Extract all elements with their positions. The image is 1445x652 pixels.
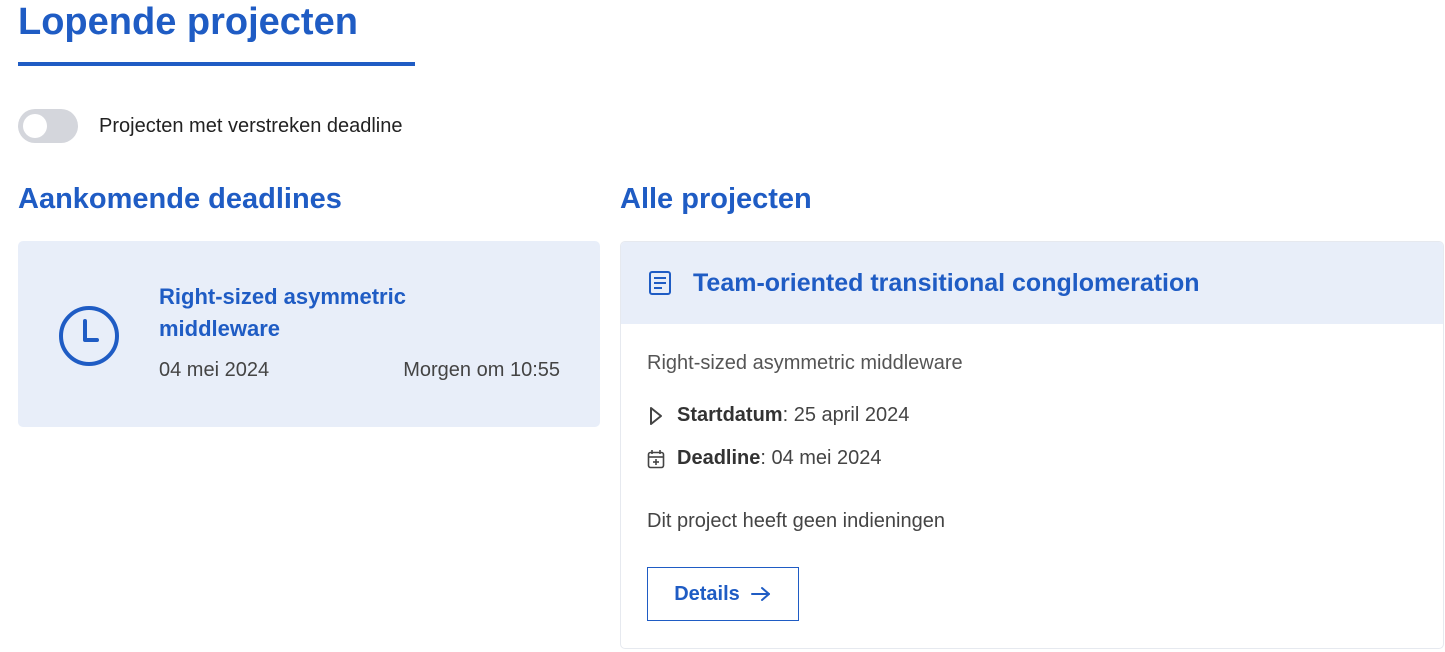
clock-icon (59, 306, 119, 366)
document-icon (649, 271, 671, 295)
start-date-label: Startdatum (677, 404, 783, 426)
deadline-relative-time: Morgen om 10:55 (403, 359, 560, 381)
start-date-row: Startdatum : 25 april 2024 (647, 404, 909, 427)
expired-deadline-toggle-row: Projecten met verstreken deadline (18, 108, 403, 144)
project-card: Team-oriented transitional conglomeratio… (620, 241, 1444, 649)
title-underline (18, 62, 415, 66)
submissions-status: Dit project heeft geen indieningen (647, 510, 945, 532)
project-card-header: Team-oriented transitional conglomeratio… (621, 242, 1443, 324)
start-date-value: : 25 april 2024 (782, 404, 910, 426)
play-icon (650, 406, 662, 425)
deadline-project-name[interactable]: Right-sized asymmetric middleware (159, 281, 489, 345)
project-title[interactable]: Team-oriented transitional conglomeratio… (693, 269, 1200, 298)
deadline-card[interactable]: Right-sized asymmetric middleware 04 mei… (18, 241, 600, 427)
toggle-label: Projecten met verstreken deadline (99, 114, 403, 137)
expired-deadline-toggle[interactable] (18, 109, 78, 143)
page-title: Lopende projecten (18, 1, 358, 43)
deadline-row: Deadline : 04 mei 2024 (647, 447, 882, 470)
calendar-icon (647, 449, 665, 468)
deadline-date: 04 mei 2024 (159, 359, 270, 381)
upcoming-deadlines-title: Aankomende deadlines (18, 183, 342, 215)
deadline-label: Deadline (677, 447, 761, 469)
details-button-label: Details (674, 582, 740, 605)
details-button[interactable]: Details (647, 567, 799, 621)
toggle-knob (23, 114, 47, 138)
all-projects-title: Alle projecten (620, 183, 812, 215)
arrow-right-icon (750, 587, 770, 601)
project-subtitle: Right-sized asymmetric middleware (647, 352, 963, 374)
deadline-value: : 04 mei 2024 (760, 447, 882, 469)
